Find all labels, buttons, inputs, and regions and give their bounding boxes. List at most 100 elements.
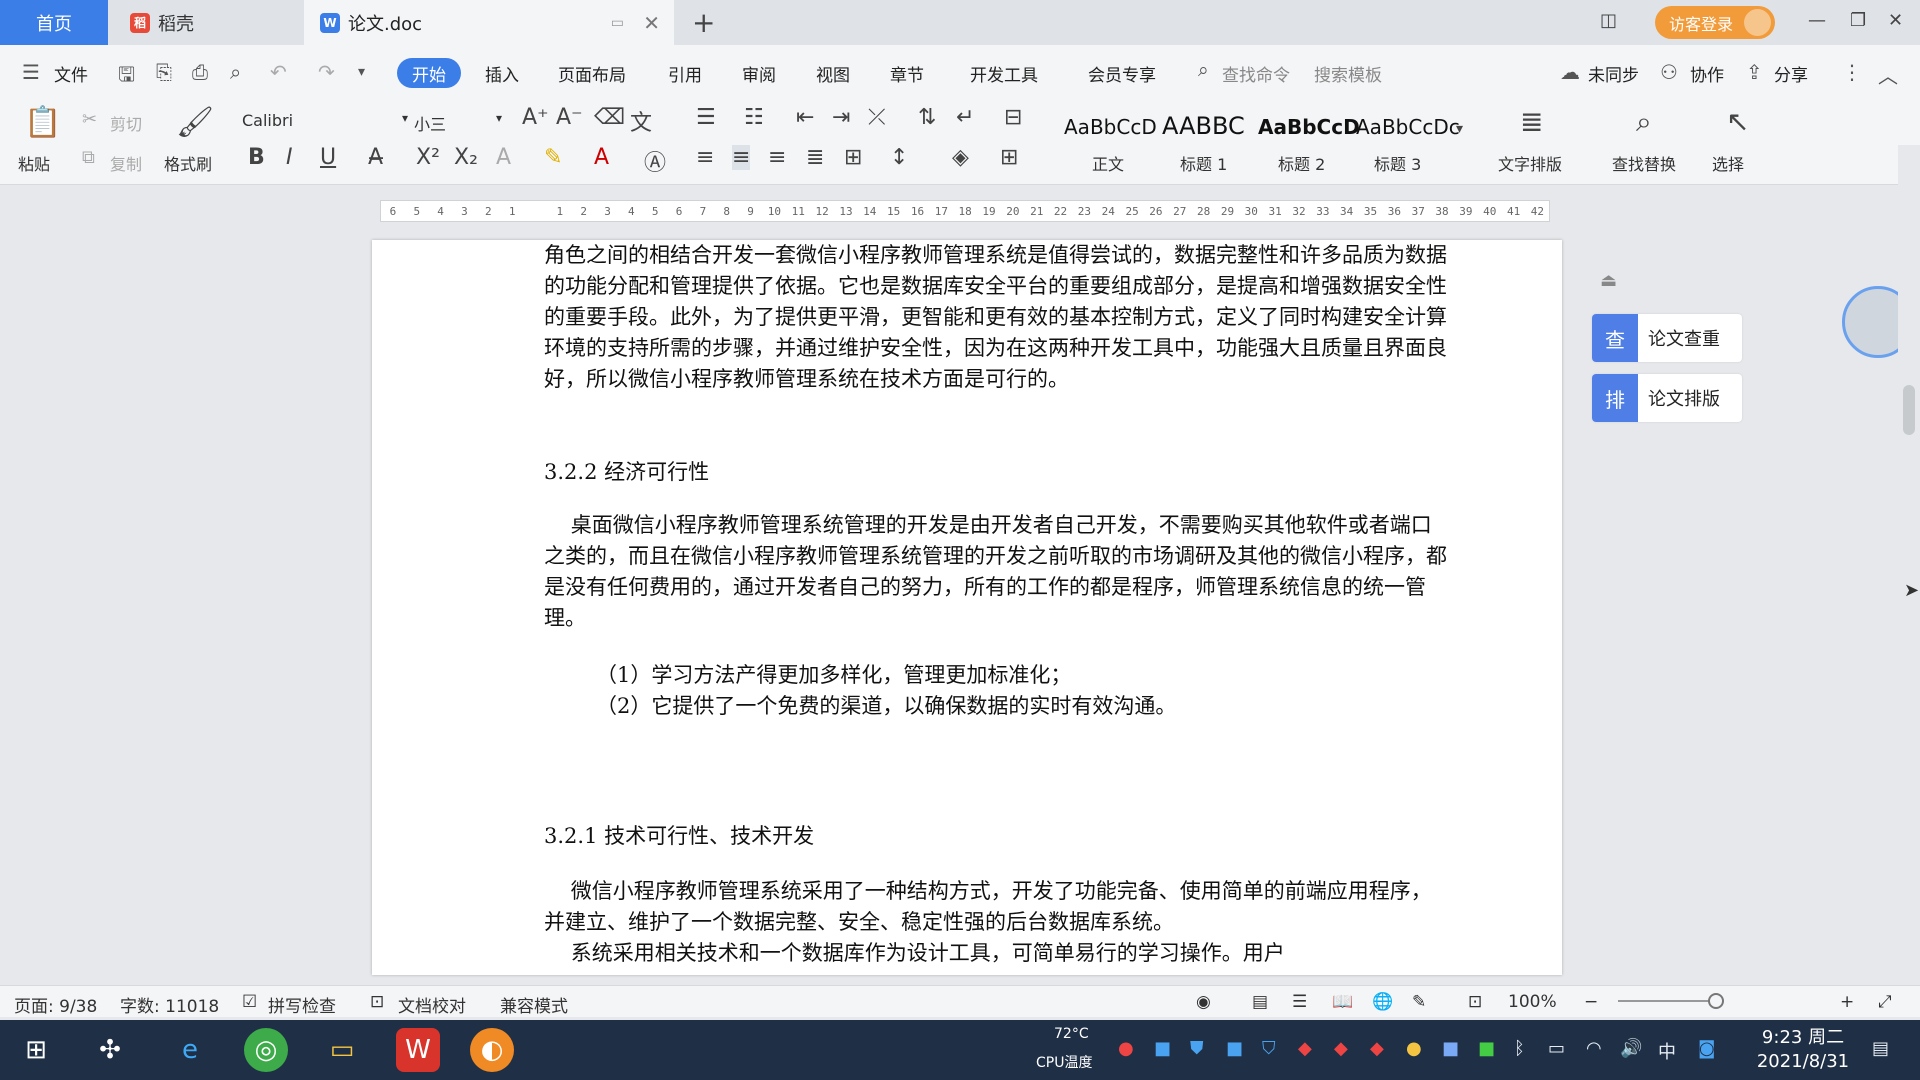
tab-home[interactable]: 首页 — [0, 0, 108, 45]
proofread-icon[interactable]: ⊡ — [370, 992, 384, 1012]
copy-icon[interactable]: ⧉ — [82, 147, 95, 168]
select-cursor-icon[interactable]: ↖ — [1726, 105, 1749, 138]
close-window-icon[interactable]: ✕ — [1888, 10, 1903, 31]
zoom-slider-knob[interactable] — [1708, 993, 1724, 1009]
format-painter-icon[interactable]: 🖌 — [176, 105, 214, 140]
volume-icon[interactable]: 🔊 — [1620, 1038, 1642, 1059]
page-view-icon[interactable]: ▤ — [1252, 992, 1268, 1012]
more-icon[interactable]: ⋮ — [1842, 60, 1862, 84]
read-view-icon[interactable]: 📖 — [1332, 992, 1353, 1012]
tray-icon-1[interactable]: ● — [1118, 1038, 1134, 1059]
ime-indicator[interactable]: 中 — [1658, 1038, 1676, 1064]
clock[interactable]: 9:23 周二 2021/8/31 — [1748, 1026, 1858, 1074]
pinyin-icon[interactable]: 文 — [630, 105, 652, 137]
underline-icon[interactable]: U — [320, 145, 336, 170]
menu-reference[interactable]: 引用 — [668, 61, 702, 86]
proofread-button[interactable]: 文档校对 — [398, 992, 466, 1017]
file-explorer-icon[interactable]: ▭ — [320, 1028, 364, 1072]
align-left-icon[interactable]: ≡ — [696, 145, 714, 170]
menu-member[interactable]: 会员专享 — [1088, 61, 1156, 86]
vertical-scrollbar[interactable] — [1898, 145, 1920, 975]
scrollbar-thumb[interactable] — [1903, 385, 1915, 435]
menu-file[interactable]: 文件 — [54, 61, 88, 86]
show-marks-icon[interactable]: ↵ — [956, 105, 974, 130]
chinese-layout-icon[interactable]: ⤫ — [868, 105, 886, 130]
text-layout-button[interactable]: 文字排版 — [1498, 151, 1562, 175]
ie-browser-icon[interactable]: e — [168, 1028, 212, 1072]
menu-start[interactable]: 开始 — [397, 58, 461, 88]
tray-icon-9[interactable]: ■ — [1478, 1038, 1495, 1059]
paste-icon[interactable]: 📋 — [24, 105, 61, 140]
new-tab-icon[interactable]: + — [692, 6, 715, 39]
strikethrough-icon[interactable]: A̶ — [368, 145, 383, 170]
align-center-icon[interactable]: ≡ — [732, 145, 751, 170]
highlight-icon[interactable]: ✎ — [544, 145, 562, 170]
justify-icon[interactable]: ≣ — [806, 145, 824, 170]
search-tray-icon[interactable]: ◙ — [1698, 1038, 1715, 1059]
superscript-icon[interactable]: X² — [416, 145, 440, 170]
zoom-slider[interactable] — [1618, 1000, 1718, 1002]
redo-icon[interactable]: ↷ — [318, 60, 335, 84]
print-icon[interactable]: ⎙ — [192, 60, 208, 84]
hamburger-icon[interactable]: ☰ — [22, 60, 40, 84]
zoom-level[interactable]: 100% — [1508, 992, 1557, 1012]
menu-view[interactable]: 视图 — [816, 61, 850, 86]
spellcheck-icon[interactable]: ☑ — [242, 992, 257, 1012]
clear-format-icon[interactable]: ⌫ — [594, 105, 625, 130]
undo-icon[interactable]: ↶ — [270, 60, 287, 84]
increase-indent-icon[interactable]: ⇥ — [832, 105, 850, 130]
notification-icon[interactable]: ▤ — [1872, 1038, 1889, 1059]
cloud-icon[interactable]: ☁ — [1560, 60, 1580, 84]
wifi-icon[interactable]: ◠ — [1586, 1038, 1602, 1059]
panel-collapse-icon[interactable]: ⏏ — [1600, 270, 1617, 291]
tab-document[interactable]: W 论文.doc ▭ ✕ — [304, 0, 674, 45]
document-page[interactable]: 角色之间的相结合开发一套微信小程序教师管理系统是值得尝试的，数据完整性和许多品质… — [372, 240, 1562, 975]
restore-icon[interactable]: ❐ — [1850, 10, 1866, 31]
preview-icon[interactable]: ⌕ — [230, 60, 241, 84]
ruler[interactable]: 6 5 4 3 2 1 1 2 3 4 5 6 7 8 9 10 11 12 13 14 15 16 17 18 19 20 21 2… — [0, 198, 1920, 224]
bluetooth-icon[interactable]: ᛒ — [1514, 1038, 1525, 1059]
font-dropdown-icon[interactable]: ▾ — [402, 111, 408, 125]
browser-360-icon[interactable]: ◎ — [244, 1028, 288, 1072]
tray-icon-4[interactable]: ◆ — [1298, 1038, 1312, 1059]
find-replace-icon[interactable]: ⌕ — [1636, 105, 1652, 139]
fullscreen-icon[interactable]: ⤢ — [1878, 992, 1892, 1012]
subscript-icon[interactable]: X₂ — [454, 145, 478, 170]
app-launcher-icon[interactable]: ✣ — [88, 1028, 132, 1072]
search-icon[interactable]: ⌕ — [1198, 59, 1209, 81]
share-label[interactable]: 分享 — [1774, 61, 1808, 86]
unsynced-label[interactable]: 未同步 — [1588, 61, 1639, 86]
text-effect-icon[interactable]: A — [496, 145, 511, 170]
text-layout-icon[interactable]: ≣ — [1520, 105, 1543, 138]
collapse-ribbon-icon[interactable]: ︿ — [1878, 60, 1898, 89]
menu-chapter[interactable]: 章节 — [890, 61, 924, 86]
cut-button[interactable]: 剪切 — [110, 111, 142, 135]
menu-devtools[interactable]: 开发工具 — [970, 61, 1038, 86]
spellcheck-button[interactable]: 拼写检查 — [268, 992, 336, 1017]
search-template[interactable]: 搜索模板 — [1314, 61, 1382, 86]
minimize-icon[interactable]: — — [1808, 10, 1826, 31]
align-right-icon[interactable]: ≡ — [768, 145, 786, 170]
find-replace-button[interactable]: 查找替换 — [1612, 151, 1676, 175]
tray-icon-6[interactable]: ◆ — [1370, 1038, 1384, 1059]
fit-page-icon[interactable]: ⊡ — [1468, 992, 1482, 1012]
thesis-check-button[interactable]: 查 论文查重 — [1592, 314, 1742, 362]
font-color-icon[interactable]: A — [594, 145, 609, 170]
recorder-icon[interactable]: ◐ — [470, 1028, 514, 1072]
borders-icon[interactable]: ⊞ — [1000, 145, 1018, 170]
outline-view-icon[interactable]: ☰ — [1292, 992, 1307, 1012]
shading-icon[interactable]: ◈ — [952, 145, 969, 170]
collab-label[interactable]: 协作 — [1690, 61, 1724, 86]
select-button[interactable]: 选择 — [1712, 151, 1744, 175]
numbered-list-icon[interactable]: ☷ — [744, 105, 764, 130]
login-button[interactable]: 访客登录 — [1655, 6, 1775, 39]
shrink-font-icon[interactable]: A⁻ — [556, 105, 583, 130]
paste-button[interactable]: 粘贴 — [18, 151, 50, 175]
search-command[interactable]: 查找命令 — [1222, 61, 1290, 86]
zoom-in-icon[interactable]: + — [1840, 992, 1854, 1012]
tray-icon-3[interactable]: ■ — [1226, 1038, 1243, 1059]
tab-daoke[interactable]: 稻 稻壳 — [108, 0, 304, 45]
menu-insert[interactable]: 插入 — [485, 61, 519, 86]
close-tab-icon[interactable]: ✕ — [643, 11, 660, 35]
thesis-layout-button[interactable]: 排 论文排版 — [1592, 374, 1742, 422]
